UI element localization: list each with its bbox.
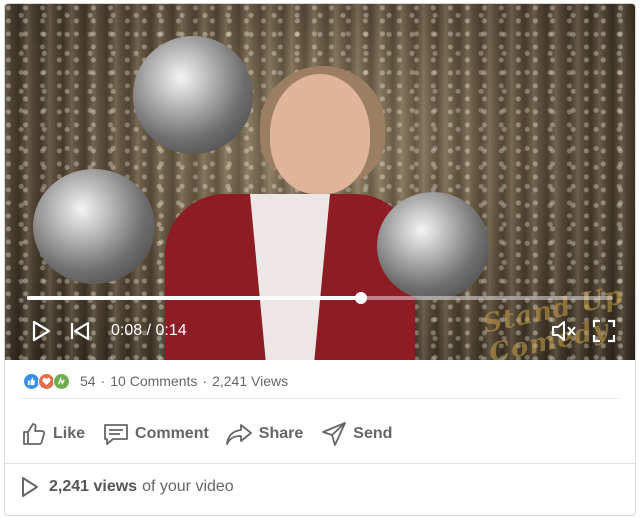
separator-dot: · xyxy=(100,373,106,389)
comment-label: Comment xyxy=(135,425,209,442)
fullscreen-icon[interactable] xyxy=(592,319,616,348)
views-suffix: of your video xyxy=(142,478,234,495)
mute-icon[interactable] xyxy=(551,320,577,347)
views-total: 2,241 views xyxy=(49,478,138,495)
duration: 0:14 xyxy=(155,322,187,339)
comments-count[interactable]: 10 Comments xyxy=(110,373,197,389)
send-button[interactable]: Send xyxy=(321,421,392,447)
play-outline-icon xyxy=(22,477,38,497)
silver-balloon xyxy=(33,169,155,284)
social-action-bar: Like Comment Share Send xyxy=(5,414,635,454)
silver-balloon xyxy=(377,192,489,300)
comment-icon xyxy=(104,424,128,445)
video-views-link[interactable]: 2,241 views of your video xyxy=(21,476,234,498)
separator-dot: · xyxy=(202,373,208,389)
divider xyxy=(21,398,619,399)
presenter-face xyxy=(270,74,370,194)
comment-button[interactable]: Comment xyxy=(103,421,209,447)
seek-bar[interactable] xyxy=(27,292,613,304)
like-label: Like xyxy=(53,425,86,442)
thumbs-up-icon xyxy=(23,423,46,445)
seek-bar-played xyxy=(27,296,362,300)
divider xyxy=(5,463,635,464)
play-icon[interactable] xyxy=(29,319,53,348)
share-arrow-icon xyxy=(225,424,252,445)
send-label: Send xyxy=(353,425,393,442)
celebrate-reaction-icon xyxy=(53,372,70,390)
reaction-icons[interactable] xyxy=(23,372,70,390)
send-icon xyxy=(322,422,347,446)
views-count: 2,241 Views xyxy=(212,373,289,389)
reaction-count[interactable]: 54 xyxy=(80,373,96,389)
video-post-card: Stand Up Comedy 0:08 / 0:14 54 · 10 Comm… xyxy=(4,3,636,516)
current-time: 0:08 xyxy=(111,322,143,339)
share-label: Share xyxy=(258,425,304,442)
video-player[interactable]: Stand Up Comedy 0:08 / 0:14 xyxy=(5,4,635,360)
social-counts: 54 · 10 Comments · 2,241 Views xyxy=(23,371,288,391)
seek-bar-handle[interactable] xyxy=(355,292,368,304)
share-button[interactable]: Share xyxy=(225,421,303,447)
silver-balloon xyxy=(133,36,253,154)
like-button[interactable]: Like xyxy=(21,421,85,447)
skip-back-icon[interactable] xyxy=(69,320,91,347)
time-display: 0:08 / 0:14 xyxy=(111,322,187,339)
